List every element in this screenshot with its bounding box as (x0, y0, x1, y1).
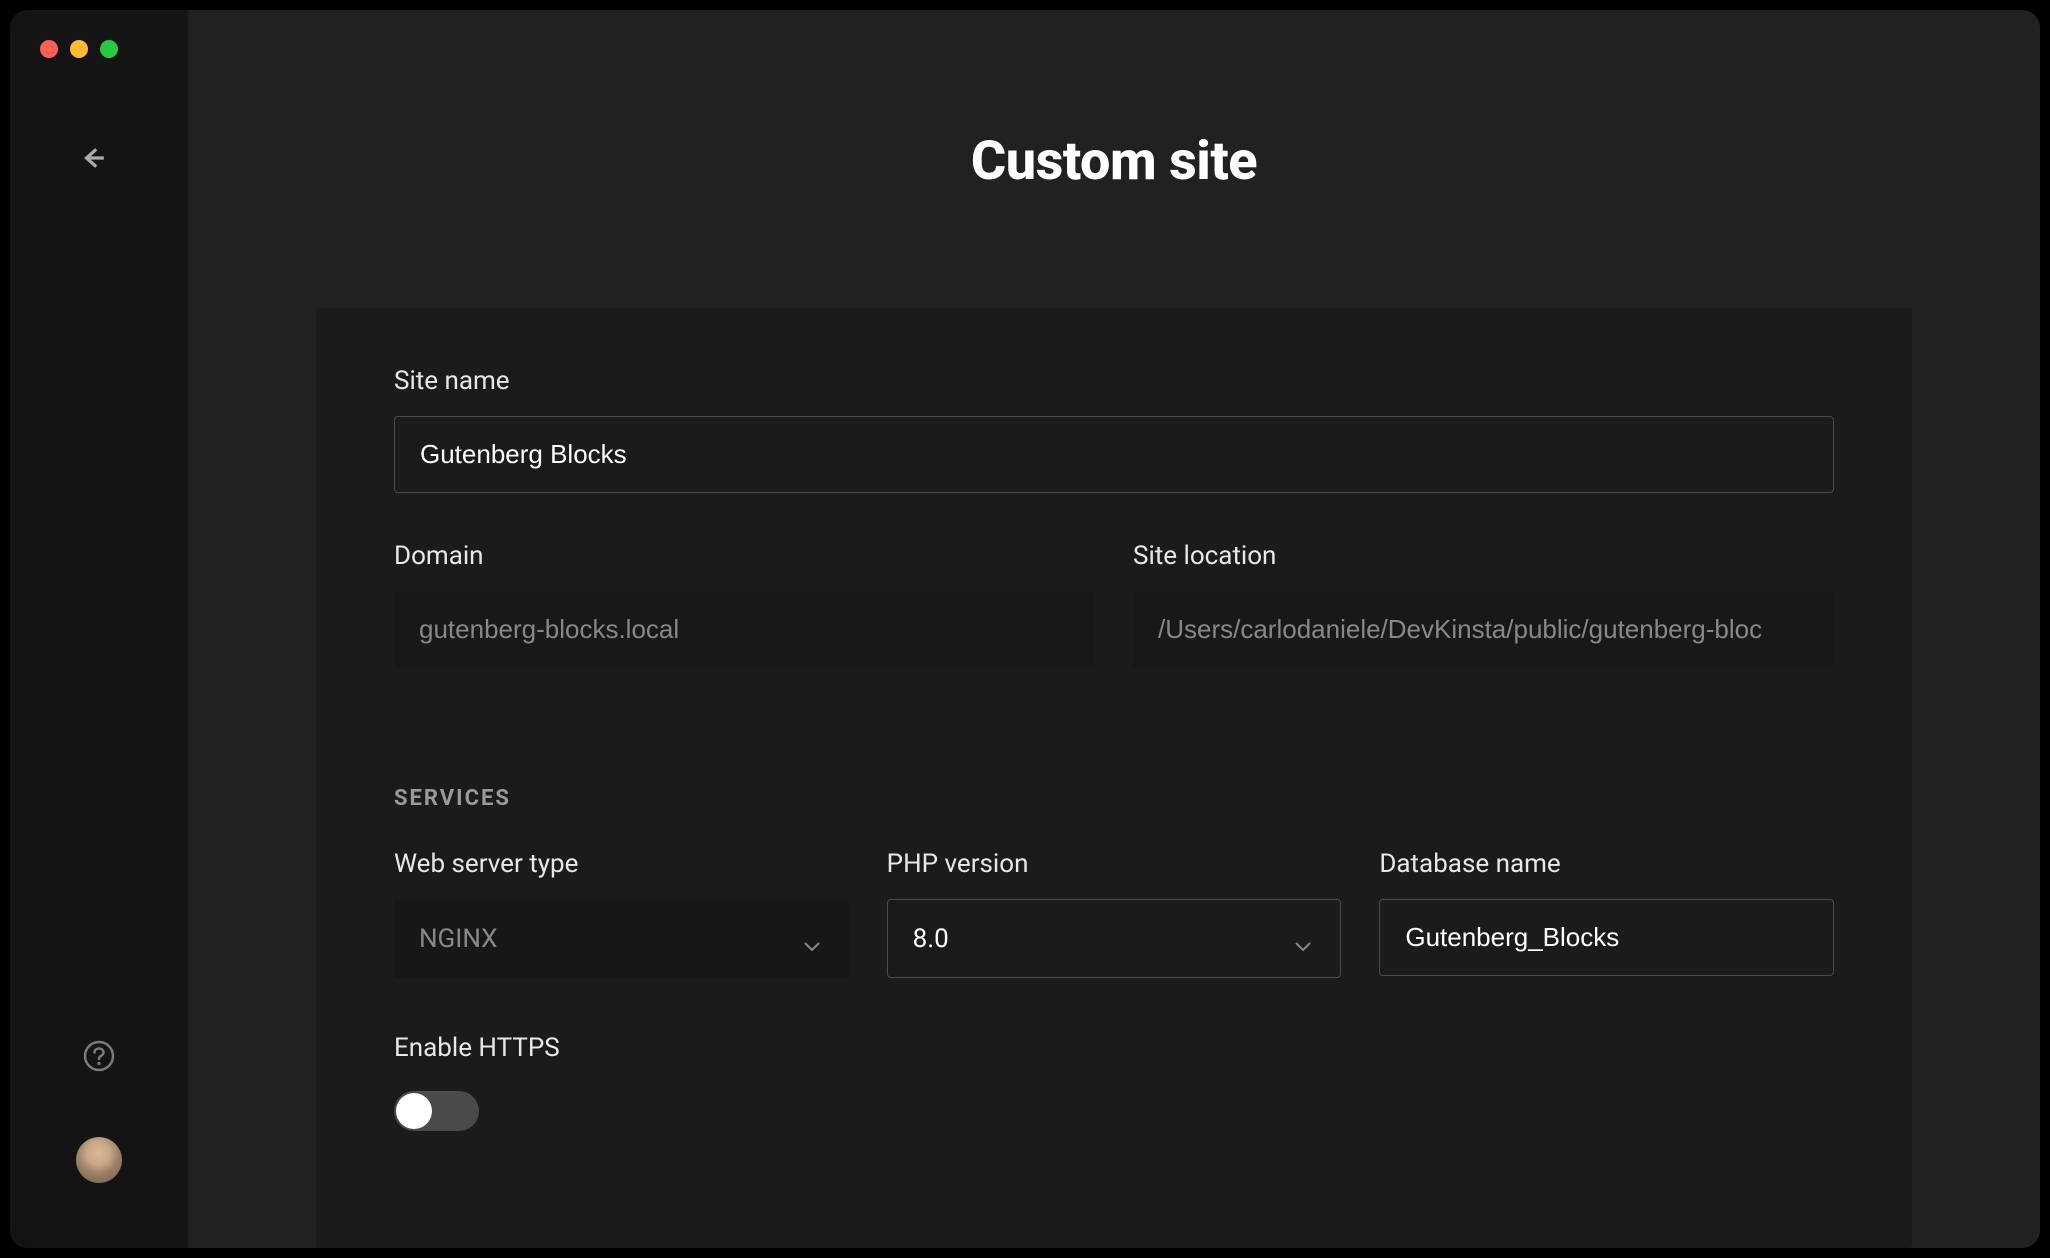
window-controls (10, 40, 188, 58)
domain-input (394, 591, 1095, 668)
site-name-input[interactable] (394, 416, 1834, 493)
services-heading: SERVICES (394, 786, 1834, 811)
chevron-down-icon (803, 930, 821, 948)
domain-label: Domain (394, 541, 1095, 571)
database-name-input[interactable] (1379, 899, 1834, 976)
web-server-type-select: NGINX (394, 899, 849, 978)
site-location-label: Site location (1133, 541, 1834, 571)
php-version-select[interactable]: 8.0 (887, 899, 1342, 978)
site-name-label: Site name (394, 366, 1834, 396)
app-window: Custom site Site name Domain Site locati… (10, 10, 2040, 1248)
web-server-type-label: Web server type (394, 849, 849, 879)
maximize-window-button[interactable] (100, 40, 118, 58)
database-name-label: Database name (1379, 849, 1834, 879)
sidebar-bottom (10, 1040, 188, 1218)
help-icon (83, 1040, 115, 1072)
web-server-type-value: NGINX (419, 924, 497, 954)
minimize-window-button[interactable] (70, 40, 88, 58)
page-title: Custom site (188, 130, 2040, 193)
back-button[interactable] (78, 143, 108, 173)
enable-https-label: Enable HTTPS (394, 1033, 1834, 1063)
toggle-knob (396, 1093, 432, 1129)
sidebar (10, 10, 188, 1248)
enable-https-toggle[interactable] (394, 1091, 479, 1131)
form-card: Site name Domain Site location SERVICES … (316, 308, 1912, 1248)
php-version-value: 8.0 (913, 924, 949, 954)
help-button[interactable] (83, 1040, 115, 1072)
site-location-input (1133, 591, 1834, 668)
user-avatar[interactable] (76, 1137, 122, 1183)
close-window-button[interactable] (40, 40, 58, 58)
php-version-label: PHP version (887, 849, 1342, 879)
chevron-down-icon (1294, 930, 1312, 948)
main-content: Custom site Site name Domain Site locati… (188, 10, 2040, 1248)
arrow-left-icon (80, 145, 106, 171)
